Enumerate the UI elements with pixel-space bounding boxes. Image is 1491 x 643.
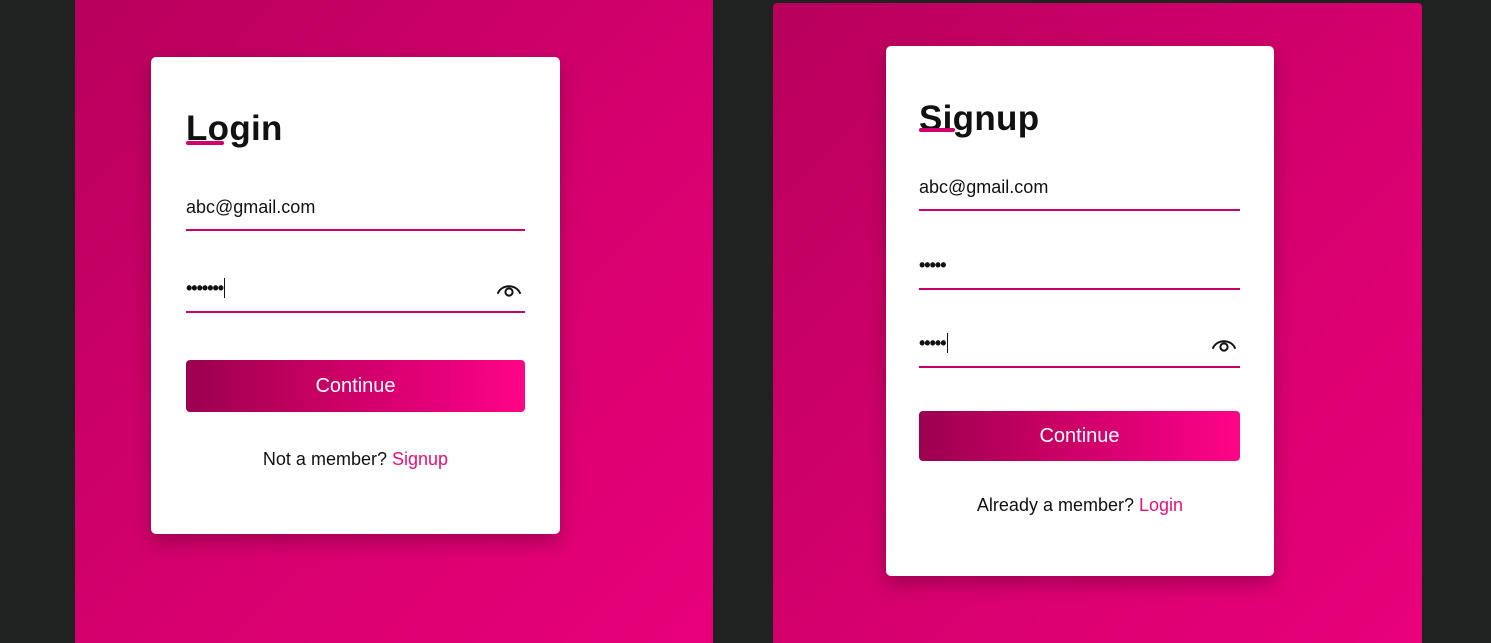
signup-switch-line: Already a member? Login [886, 495, 1274, 516]
signup-confirm-password-field[interactable]: ••••• [919, 328, 1240, 368]
login-title-underline [186, 141, 224, 145]
signup-password-field[interactable]: ••••• [919, 250, 1240, 290]
login-continue-button[interactable]: Continue [186, 360, 525, 412]
login-password-field[interactable]: ••••••• [186, 273, 525, 313]
login-email-value: abc@gmail.com [186, 197, 316, 217]
signup-background-panel: Signup abc@gmail.com ••••• ••••• Continu… [773, 3, 1422, 643]
signup-email-value: abc@gmail.com [919, 177, 1049, 197]
login-email-field[interactable]: abc@gmail.com [186, 193, 525, 231]
signup-password-value: ••••• [919, 255, 946, 275]
eye-icon[interactable] [1211, 335, 1237, 353]
signup-link[interactable]: Signup [392, 449, 448, 469]
login-card: Login abc@gmail.com ••••••• Continue Not… [151, 57, 560, 534]
signup-email-field[interactable]: abc@gmail.com [919, 173, 1240, 211]
signup-title-underline [919, 128, 955, 132]
login-link[interactable]: Login [1139, 495, 1183, 515]
login-password-value: ••••••• [186, 278, 226, 298]
signup-continue-button[interactable]: Continue [919, 411, 1240, 461]
text-caret [224, 278, 226, 298]
signup-card: Signup abc@gmail.com ••••• ••••• Continu… [886, 46, 1274, 576]
signup-switch-prompt: Already a member? [976, 495, 1134, 515]
signup-confirm-password-value: ••••• [919, 333, 948, 353]
signup-title: Signup [919, 99, 1040, 138]
login-switch-prompt: Not a member? [262, 449, 387, 469]
login-background-panel: Login abc@gmail.com ••••••• Continue Not… [75, 0, 713, 643]
eye-icon[interactable] [496, 280, 522, 298]
login-switch-line: Not a member? Signup [151, 449, 560, 470]
text-caret [946, 333, 948, 353]
